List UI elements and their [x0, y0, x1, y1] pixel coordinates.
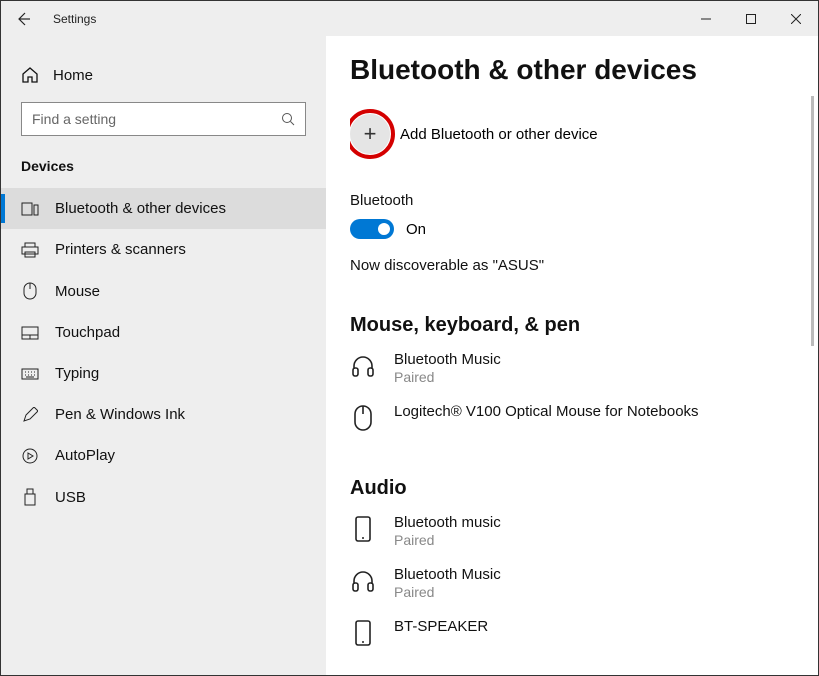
touchpad-icon	[21, 326, 39, 340]
sidebar-item-label: USB	[55, 489, 86, 506]
device-status: Paired	[394, 369, 501, 385]
add-device-button[interactable]: +	[350, 114, 390, 154]
sidebar-item-usb[interactable]: USB	[1, 476, 326, 518]
page-title: Bluetooth & other devices	[350, 54, 818, 86]
printer-icon	[21, 242, 39, 258]
sidebar-item-label: AutoPlay	[55, 447, 115, 464]
maximize-button[interactable]	[728, 1, 773, 36]
usb-icon	[21, 488, 39, 506]
phone-icon	[350, 514, 376, 544]
sidebar: Home Devices Bluetooth & other devices P…	[1, 36, 326, 675]
device-status: Paired	[394, 532, 501, 548]
sidebar-item-label: Printers & scanners	[55, 241, 186, 258]
search-box[interactable]	[21, 102, 306, 136]
device-group-heading: Audio	[350, 477, 818, 500]
headphones-icon	[350, 351, 376, 381]
back-button[interactable]	[1, 1, 45, 36]
discoverable-text: Now discoverable as "ASUS"	[350, 257, 818, 274]
bluetooth-toggle[interactable]	[350, 219, 394, 239]
sidebar-item-label: Pen & Windows Ink	[55, 406, 185, 423]
autoplay-icon	[21, 448, 39, 464]
devices-icon	[21, 202, 39, 216]
sidebar-item-label: Bluetooth & other devices	[55, 200, 226, 217]
home-label: Home	[53, 67, 93, 84]
mouse-icon	[21, 282, 39, 300]
device-row[interactable]: BT-SPEAKER	[350, 618, 818, 648]
sidebar-item-pen[interactable]: Pen & Windows Ink	[1, 394, 326, 435]
device-name: Bluetooth Music	[394, 351, 501, 369]
add-device-row[interactable]: + Add Bluetooth or other device	[350, 114, 818, 154]
plus-icon: +	[364, 121, 377, 147]
sidebar-item-bluetooth[interactable]: Bluetooth & other devices	[1, 188, 326, 229]
pen-icon	[21, 407, 39, 423]
sidebar-item-mouse[interactable]: Mouse	[1, 270, 326, 312]
home-link[interactable]: Home	[1, 60, 326, 102]
sidebar-item-label: Mouse	[55, 283, 100, 300]
device-name: Bluetooth music	[394, 514, 501, 532]
device-name: BT-SPEAKER	[394, 618, 488, 636]
titlebar: Settings	[1, 1, 818, 36]
headphones-icon	[350, 566, 376, 596]
bluetooth-state: On	[406, 221, 426, 238]
close-button[interactable]	[773, 1, 818, 36]
sidebar-item-label: Typing	[55, 365, 99, 382]
add-device-label: Add Bluetooth or other device	[400, 126, 598, 143]
search-input[interactable]	[32, 111, 281, 127]
sidebar-item-label: Touchpad	[55, 324, 120, 341]
device-row[interactable]: Logitech® V100 Optical Mouse for Noteboo…	[350, 403, 818, 433]
phone-icon	[350, 618, 376, 648]
device-group-heading: Mouse, keyboard, & pen	[350, 314, 818, 337]
sidebar-section-label: Devices	[1, 158, 326, 188]
device-name: Logitech® V100 Optical Mouse for Noteboo…	[394, 403, 699, 421]
device-name: Bluetooth Music	[394, 566, 501, 584]
main-panel: Bluetooth & other devices + Add Bluetoot…	[326, 36, 818, 675]
sidebar-nav: Bluetooth & other devices Printers & sca…	[1, 188, 326, 518]
window-title: Settings	[53, 12, 96, 26]
mouse-icon	[350, 403, 376, 433]
sidebar-item-touchpad[interactable]: Touchpad	[1, 312, 326, 353]
bluetooth-label: Bluetooth	[350, 192, 818, 209]
device-row[interactable]: Bluetooth MusicPaired	[350, 351, 818, 385]
device-status: Paired	[394, 584, 501, 600]
home-icon	[21, 66, 39, 84]
sidebar-item-autoplay[interactable]: AutoPlay	[1, 435, 326, 476]
minimize-button[interactable]	[683, 1, 728, 36]
keyboard-icon	[21, 368, 39, 380]
device-row[interactable]: Bluetooth MusicPaired	[350, 566, 818, 600]
search-icon	[281, 112, 295, 126]
device-row[interactable]: Bluetooth musicPaired	[350, 514, 818, 548]
sidebar-item-printers[interactable]: Printers & scanners	[1, 229, 326, 270]
sidebar-item-typing[interactable]: Typing	[1, 353, 326, 394]
